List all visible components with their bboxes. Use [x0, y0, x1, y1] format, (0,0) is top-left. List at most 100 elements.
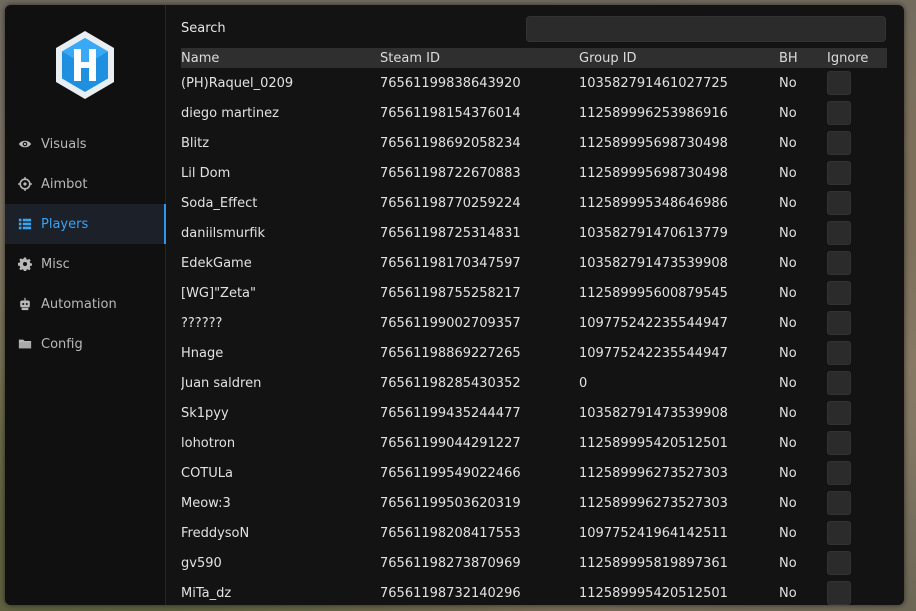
table-row: gv590 76561198273870969 1125899958198973…	[181, 548, 887, 578]
list-icon	[17, 216, 33, 232]
table-row: lohotron 76561199044291227 1125899954205…	[181, 428, 887, 458]
player-steam-id: 76561198722670883	[380, 165, 521, 181]
ignore-checkbox[interactable]	[827, 521, 851, 545]
sidebar-item-label: Players	[41, 216, 89, 232]
player-group-id: 103582791473539908	[579, 255, 728, 271]
player-steam-id: 76561199838643920	[380, 75, 521, 91]
column-header-bh[interactable]: BH	[779, 51, 827, 66]
ignore-checkbox[interactable]	[827, 551, 851, 575]
player-group-id: 103582791470613779	[579, 225, 728, 241]
ignore-cell	[827, 401, 887, 425]
sidebar-item-label: Aimbot	[41, 176, 88, 192]
player-steam-id: 76561198770259224	[380, 195, 521, 211]
player-group-id: 112589996273527303	[579, 465, 728, 481]
player-group-id: 109775241964142511	[579, 525, 728, 541]
sidebar-item-automation[interactable]: Automation	[5, 284, 165, 324]
ignore-checkbox[interactable]	[827, 281, 851, 305]
ignore-cell	[827, 521, 887, 545]
ignore-cell	[827, 281, 887, 305]
player-name: Lil Dom	[181, 165, 231, 181]
player-group-id: 109775242235544947	[579, 345, 728, 361]
ignore-cell	[827, 461, 887, 485]
player-bh: No	[779, 585, 797, 601]
player-name: MiTa_dz	[181, 585, 232, 601]
sidebar-item-config[interactable]: Config	[5, 324, 165, 364]
player-name: Soda_Effect	[181, 195, 258, 211]
ignore-cell	[827, 371, 887, 395]
player-group-id: 103582791461027725	[579, 75, 728, 91]
ignore-checkbox[interactable]	[827, 71, 851, 95]
player-bh: No	[779, 495, 797, 511]
ignore-checkbox[interactable]	[827, 461, 851, 485]
ignore-checkbox[interactable]	[827, 401, 851, 425]
ignore-cell	[827, 551, 887, 575]
player-group-id: 112589995819897361	[579, 555, 728, 571]
ignore-checkbox[interactable]	[827, 431, 851, 455]
player-name: Hnage	[181, 345, 224, 361]
player-group-id: 103582791473539908	[579, 405, 728, 421]
table-row: MiTa_dz 76561198732140296 11258999542051…	[181, 578, 887, 605]
player-steam-id: 76561198692058234	[380, 135, 521, 151]
search-input[interactable]	[526, 16, 886, 42]
player-group-id: 112589995420512501	[579, 435, 728, 451]
player-name: [WG]"Zeta"	[181, 285, 256, 301]
table-header: Name Steam ID Group ID BH Ignore	[181, 48, 887, 68]
sidebar-item-players[interactable]: Players	[5, 204, 166, 244]
ignore-cell	[827, 161, 887, 185]
sidebar-item-misc[interactable]: Misc	[5, 244, 165, 284]
ignore-cell	[827, 191, 887, 215]
ignore-checkbox[interactable]	[827, 491, 851, 515]
player-group-id: 112589996253986916	[579, 105, 728, 121]
ignore-checkbox[interactable]	[827, 101, 851, 125]
player-name: Blitz	[181, 135, 210, 151]
player-name: ??????	[181, 315, 223, 331]
sidebar-item-aimbot[interactable]: Aimbot	[5, 164, 165, 204]
player-name: Meow:3	[181, 495, 231, 511]
table-row: EdekGame 76561198170347597 1035827914735…	[181, 248, 887, 278]
player-bh: No	[779, 285, 797, 301]
ignore-cell	[827, 251, 887, 275]
ignore-cell	[827, 431, 887, 455]
player-name: Sk1pyy	[181, 405, 229, 421]
player-bh: No	[779, 105, 797, 121]
column-header-steam-id[interactable]: Steam ID	[380, 51, 579, 66]
player-name: Juan saldren	[181, 375, 262, 391]
column-header-group-id[interactable]: Group ID	[579, 51, 779, 66]
player-group-id: 112589995600879545	[579, 285, 728, 301]
table-row: Lil Dom 76561198722670883 11258999569873…	[181, 158, 887, 188]
gear-icon	[17, 256, 33, 272]
ignore-checkbox[interactable]	[827, 581, 851, 605]
ignore-cell	[827, 581, 887, 605]
table-row: [WG]"Zeta" 76561198755258217 11258999560…	[181, 278, 887, 308]
sidebar-item-label: Visuals	[41, 136, 87, 152]
ignore-checkbox[interactable]	[827, 341, 851, 365]
ignore-checkbox[interactable]	[827, 311, 851, 335]
player-bh: No	[779, 315, 797, 331]
column-header-ignore[interactable]: Ignore	[827, 51, 887, 66]
ignore-cell	[827, 101, 887, 125]
search-label: Search	[181, 21, 226, 36]
sidebar-item-visuals[interactable]: Visuals	[5, 124, 165, 164]
player-bh: No	[779, 75, 797, 91]
player-name: (PH)Raquel_0209	[181, 75, 294, 91]
table-row: daniilsmurfik 76561198725314831 10358279…	[181, 218, 887, 248]
column-header-name[interactable]: Name	[181, 51, 380, 66]
player-name: FreddysoN	[181, 525, 250, 541]
crosshair-icon	[17, 176, 33, 192]
table-body: (PH)Raquel_0209 76561199838643920 103582…	[181, 68, 887, 605]
player-steam-id: 76561198725314831	[380, 225, 521, 241]
ignore-checkbox[interactable]	[827, 371, 851, 395]
player-steam-id: 76561198285430352	[380, 375, 521, 391]
sidebar: Visuals Aimbot Players Misc Automation C…	[5, 5, 166, 605]
ignore-checkbox[interactable]	[827, 161, 851, 185]
ignore-checkbox[interactable]	[827, 131, 851, 155]
table-row: (PH)Raquel_0209 76561199838643920 103582…	[181, 68, 887, 98]
player-steam-id: 76561198869227265	[380, 345, 521, 361]
ignore-checkbox[interactable]	[827, 191, 851, 215]
player-group-id: 112589995698730498	[579, 165, 728, 181]
ignore-checkbox[interactable]	[827, 251, 851, 275]
player-group-id: 112589995420512501	[579, 585, 728, 601]
ignore-checkbox[interactable]	[827, 221, 851, 245]
table-row: diego martinez 76561198154376014 1125899…	[181, 98, 887, 128]
player-bh: No	[779, 165, 797, 181]
